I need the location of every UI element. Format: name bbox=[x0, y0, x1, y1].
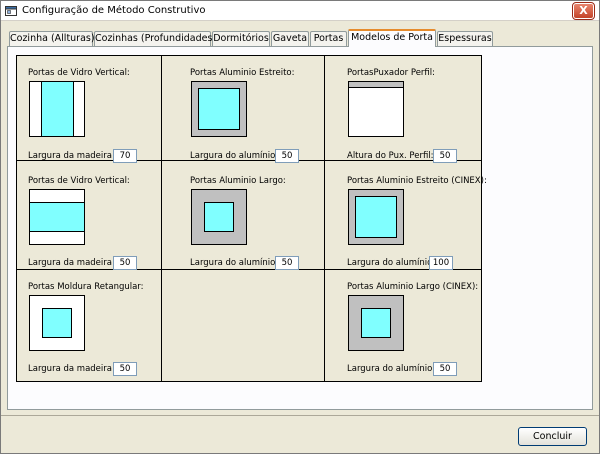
glass-panel bbox=[204, 202, 234, 232]
dimension-input[interactable]: 50 bbox=[275, 149, 299, 163]
door-model-title: PortasPuxador Perfil: bbox=[347, 68, 436, 78]
door-model-title: Portas Aluminio Largo: bbox=[190, 176, 286, 186]
dimension-label: Altura do Pux. Perfil: bbox=[347, 151, 434, 161]
grid-divider bbox=[324, 56, 325, 381]
window: Configuração de Método Construtivo X Coz… bbox=[0, 0, 600, 454]
tab-portas[interactable]: Portas bbox=[310, 31, 347, 46]
glass-panel bbox=[198, 88, 240, 130]
door-preview bbox=[348, 81, 404, 137]
door-model-title: Portas de Vidro Vertical: bbox=[28, 176, 130, 186]
tab-cozinhas-profundidades[interactable]: Cozinhas (Profundidades) bbox=[94, 31, 216, 46]
dimension-input[interactable]: 50 bbox=[433, 362, 457, 376]
door-preview bbox=[348, 295, 404, 351]
door-model-glass-horizontal: Portas de Vidro Vertical: Largura da mad… bbox=[28, 176, 156, 270]
door-model-aluminium-narrow: Portas Aluminio Estreito: Largura do alu… bbox=[190, 68, 320, 163]
door-preview bbox=[29, 189, 85, 245]
door-model-aluminium-wide-cinex: Portas Aluminio Largo (CINEX): Largura d… bbox=[347, 282, 479, 376]
grid-divider bbox=[17, 269, 481, 270]
dimension-label: Largura da madeira: bbox=[28, 258, 115, 268]
glass-panel bbox=[355, 196, 397, 238]
dimension-input[interactable]: 50 bbox=[113, 362, 137, 376]
dimension-input[interactable]: 50 bbox=[433, 149, 457, 163]
dimension-label: Largura do alumínio: bbox=[190, 151, 279, 161]
door-model-profile-handle: PortasPuxador Perfil: Altura do Pux. Per… bbox=[347, 68, 479, 163]
tab-cozinha-alturas[interactable]: Cozinha (Allturas) bbox=[9, 31, 95, 46]
door-model-title: Portas Moldura Retangular: bbox=[28, 282, 144, 292]
glass-panel bbox=[30, 202, 84, 232]
glass-panel bbox=[361, 308, 391, 338]
tab-panel-modelos-de-porta: Portas de Vidro Vertical: Largura da mad… bbox=[7, 46, 593, 410]
profile-handle-strip bbox=[349, 82, 403, 88]
dimension-label: Largura do alumínio: bbox=[347, 364, 436, 374]
door-model-title: Portas Aluminio Estreito (CINEX): bbox=[347, 176, 487, 186]
dimension-input[interactable]: 50 bbox=[275, 256, 299, 270]
close-button[interactable]: X bbox=[572, 2, 595, 20]
title-bar: Configuração de Método Construtivo X bbox=[1, 1, 599, 21]
app-icon bbox=[5, 6, 17, 16]
dimension-input[interactable]: 100 bbox=[429, 256, 453, 270]
door-model-rectangular-frame: Portas Moldura Retangular: Largura da ma… bbox=[28, 282, 156, 376]
tab-espessuras[interactable]: Espessuras bbox=[437, 31, 493, 46]
grid-divider bbox=[161, 56, 162, 381]
door-models-grid: Portas de Vidro Vertical: Largura da mad… bbox=[16, 55, 487, 382]
tab-dormitorios[interactable]: Dormitórios bbox=[212, 31, 270, 46]
footer-bar: Concluir bbox=[1, 415, 599, 453]
finish-button[interactable]: Concluir bbox=[518, 427, 587, 446]
dimension-label: Largura do alumínio: bbox=[190, 258, 279, 268]
door-preview bbox=[348, 189, 404, 245]
tab-gaveta[interactable]: Gaveta bbox=[271, 31, 309, 46]
dimension-label: Largura da madeira: bbox=[28, 364, 115, 374]
glass-panel bbox=[41, 82, 74, 136]
door-preview bbox=[29, 81, 85, 137]
close-icon: X bbox=[579, 4, 588, 17]
door-preview bbox=[191, 189, 247, 245]
dimension-input[interactable]: 70 bbox=[113, 149, 137, 163]
dimension-input[interactable]: 50 bbox=[113, 256, 137, 270]
door-model-title: Portas Aluminio Estreito: bbox=[190, 68, 295, 78]
door-model-title: Portas de Vidro Vertical: bbox=[28, 68, 130, 78]
dimension-label: Largura do alumínio: bbox=[347, 258, 436, 268]
tab-modelos-de-porta[interactable]: Modelos de Porta bbox=[348, 29, 436, 47]
door-model-glass-vertical: Portas de Vidro Vertical: Largura da mad… bbox=[28, 68, 156, 163]
glass-panel bbox=[42, 308, 72, 338]
door-model-aluminium-narrow-cinex: Portas Aluminio Estreito (CINEX): Largur… bbox=[347, 176, 487, 270]
window-title: Configuração de Método Construtivo bbox=[22, 5, 206, 16]
door-preview bbox=[29, 295, 85, 351]
dimension-label: Largura da madeira: bbox=[28, 151, 115, 161]
door-preview bbox=[191, 81, 247, 137]
door-model-aluminium-wide: Portas Aluminio Largo: Largura do alumín… bbox=[190, 176, 320, 270]
door-model-title: Portas Aluminio Largo (CINEX): bbox=[347, 282, 479, 292]
